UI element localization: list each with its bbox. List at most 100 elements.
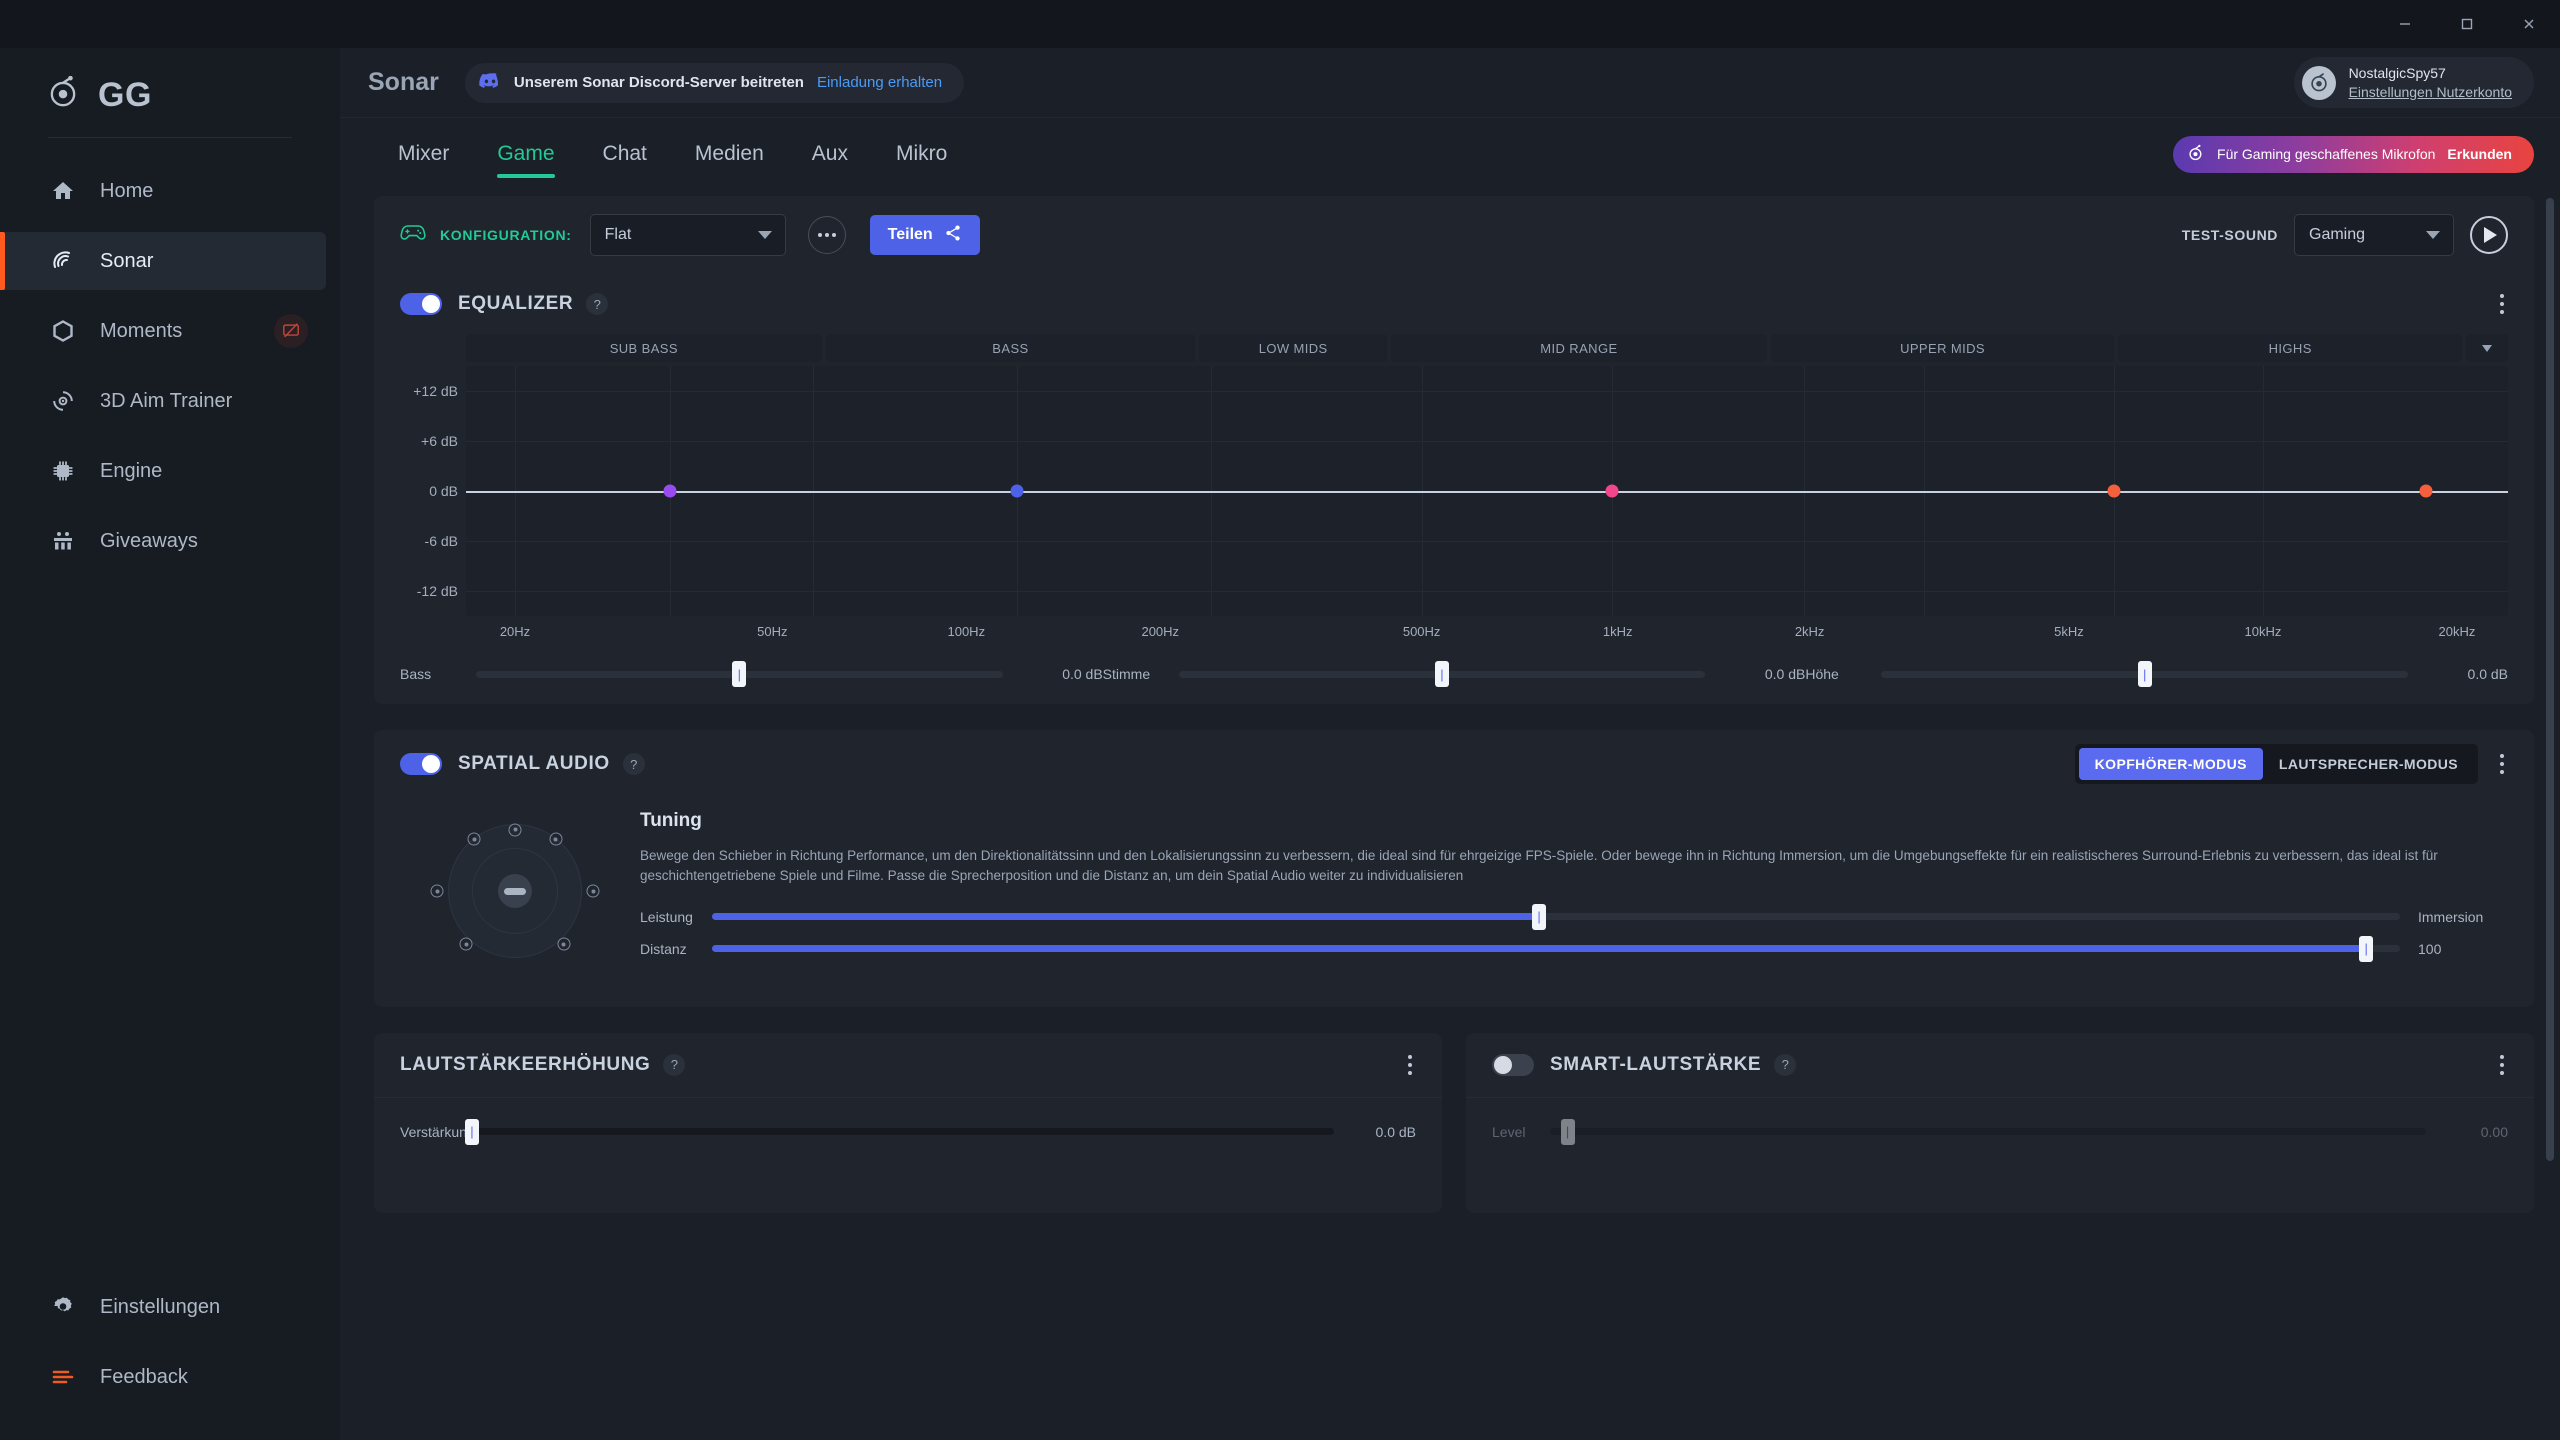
smart-volume-title: SMART-LAUTSTÄRKE xyxy=(1550,1054,1761,1076)
band-sub-bass[interactable]: SUB BASS xyxy=(466,334,822,362)
help-icon[interactable]: ? xyxy=(623,753,645,775)
sidebar-item-giveaways[interactable]: Giveaways xyxy=(0,512,326,570)
dot xyxy=(2500,1071,2504,1075)
band-upper-mids[interactable]: UPPER MIDS xyxy=(1771,334,2115,362)
dot xyxy=(1408,1063,1412,1067)
mic-promo-banner[interactable]: Für Gaming geschaffenes Mikrofon Erkunde… xyxy=(2173,136,2534,173)
band-low-mids[interactable]: LOW MIDS xyxy=(1199,334,1387,362)
speaker-rear-left[interactable] xyxy=(460,938,473,951)
vertical-scrollbar[interactable] xyxy=(2546,198,2554,1432)
more-options-button[interactable] xyxy=(808,216,846,254)
slider-knob[interactable]: | xyxy=(465,1119,479,1145)
equalizer-options-button[interactable] xyxy=(2496,288,2508,320)
help-icon[interactable]: ? xyxy=(663,1054,685,1076)
tab-mixer[interactable]: Mixer xyxy=(374,118,473,190)
band-highs[interactable]: HIGHS xyxy=(2118,334,2462,362)
tabs: Mixer Game Chat Medien Aux Mikro xyxy=(374,118,971,190)
minimize-button[interactable] xyxy=(2374,0,2436,48)
mode-speaker-button[interactable]: LAUTSPRECHER-MODUS xyxy=(2263,748,2474,780)
equalizer-toggle[interactable] xyxy=(400,293,442,315)
share-button[interactable]: Teilen xyxy=(870,215,980,255)
band-mid-range[interactable]: MID RANGE xyxy=(1391,334,1767,362)
slider-track[interactable]: | xyxy=(472,1128,1334,1135)
eq-node-100hz[interactable] xyxy=(1011,485,1024,498)
sidebar-item-label: Sonar xyxy=(100,250,153,273)
sidebar-item-einstellungen[interactable]: Einstellungen xyxy=(0,1278,326,1336)
play-button[interactable] xyxy=(2470,216,2508,254)
sidebar-item-feedback[interactable]: Feedback xyxy=(0,1348,326,1406)
volume-boost-options-button[interactable] xyxy=(1404,1049,1416,1081)
slider-track[interactable]: | xyxy=(1550,1128,2426,1135)
sidebar-item-label: Moments xyxy=(100,320,182,343)
mode-headphone-button[interactable]: KOPFHÖRER-MODUS xyxy=(2079,748,2263,780)
slider-fill xyxy=(712,913,1539,920)
equalizer-title: EQUALIZER xyxy=(458,293,573,315)
discord-banner[interactable]: Unserem Sonar Discord-Server beitreten E… xyxy=(465,63,964,103)
sidebar-item-moments[interactable]: Moments xyxy=(0,302,326,360)
slider-track[interactable]: | xyxy=(712,945,2400,952)
slider-distanz: Distanz | 100 xyxy=(640,941,2508,957)
speaker-side-right[interactable] xyxy=(587,885,600,898)
mic-promo-cta[interactable]: Erkunden xyxy=(2447,146,2512,162)
slider-knob[interactable]: | xyxy=(1532,904,1546,930)
sidebar-item-home[interactable]: Home xyxy=(0,162,326,220)
slider-knob[interactable]: | xyxy=(1435,661,1449,687)
eq-node-50hz[interactable] xyxy=(664,485,677,498)
tab-chat[interactable]: Chat xyxy=(579,118,671,190)
slider-knob[interactable]: | xyxy=(2138,661,2152,687)
equalizer-graph[interactable] xyxy=(466,366,2508,616)
gift-icon xyxy=(48,526,78,556)
slider-knob[interactable]: | xyxy=(1561,1119,1575,1145)
slider-value: 0.00 xyxy=(2426,1124,2508,1140)
speaker-side-left[interactable] xyxy=(431,885,444,898)
slider-label: Level xyxy=(1492,1124,1550,1140)
spatial-audio-toggle[interactable] xyxy=(400,753,442,775)
sidebar-item-3d-aim-trainer[interactable]: 3D Aim Trainer xyxy=(0,372,326,430)
band-expand-button[interactable] xyxy=(2466,334,2508,362)
slider-track[interactable]: | xyxy=(712,913,2400,920)
close-button[interactable] xyxy=(2498,0,2560,48)
tab-aux[interactable]: Aux xyxy=(788,118,872,190)
sidebar: GG Home Sonar xyxy=(0,48,340,1440)
speaker-front-right[interactable] xyxy=(549,833,562,846)
avatar xyxy=(2302,66,2336,100)
slider-track[interactable]: | xyxy=(1881,671,2408,678)
smart-volume-toggle[interactable] xyxy=(1492,1054,1534,1076)
eq-node-1khz[interactable] xyxy=(1605,485,1618,498)
user-account-menu[interactable]: NostalgicSpy57 Einstellungen Nutzerkonto xyxy=(2294,57,2534,109)
speaker-front-left[interactable] xyxy=(468,833,481,846)
tab-medien[interactable]: Medien xyxy=(671,118,788,190)
preset-select[interactable]: Flat xyxy=(590,214,786,256)
scrollbar-thumb[interactable] xyxy=(2546,198,2554,1161)
brand-name: GG xyxy=(98,76,152,115)
tab-game[interactable]: Game xyxy=(473,118,578,190)
slider-knob[interactable]: | xyxy=(2359,936,2373,962)
home-icon xyxy=(48,176,78,206)
spatial-audio-options-button[interactable] xyxy=(2496,748,2508,780)
tab-mikro[interactable]: Mikro xyxy=(872,118,971,190)
sidebar-item-sonar[interactable]: Sonar xyxy=(0,232,326,290)
slider-track[interactable]: | xyxy=(476,671,1003,678)
band-bass[interactable]: BASS xyxy=(826,334,1196,362)
eq-node-5khz[interactable] xyxy=(2107,485,2120,498)
speaker-front-center[interactable] xyxy=(509,823,522,836)
smart-volume-body: Level | 0.00 xyxy=(1466,1098,2534,1170)
speaker-rear-right[interactable] xyxy=(557,938,570,951)
slider-knob[interactable]: | xyxy=(732,661,746,687)
speaker-position-widget[interactable] xyxy=(400,810,630,973)
screen-off-icon[interactable] xyxy=(274,314,308,348)
sonar-icon xyxy=(48,246,78,276)
smart-volume-panel: SMART-LAUTSTÄRKE ? Level | 0.00 xyxy=(1466,1033,2534,1213)
dot xyxy=(832,233,836,237)
help-icon[interactable]: ? xyxy=(1774,1054,1796,1076)
slider-track[interactable]: | xyxy=(1179,671,1706,678)
tab-label: Mikro xyxy=(896,142,947,166)
smart-volume-options-button[interactable] xyxy=(2496,1049,2508,1081)
sidebar-item-engine[interactable]: Engine xyxy=(0,442,326,500)
test-sound-select[interactable]: Gaming xyxy=(2294,214,2454,256)
account-settings-link[interactable]: Einstellungen Nutzerkonto xyxy=(2349,83,2512,102)
maximize-button[interactable] xyxy=(2436,0,2498,48)
discord-invite-link[interactable]: Einladung erhalten xyxy=(817,74,942,91)
help-icon[interactable]: ? xyxy=(586,293,608,315)
eq-node-20khz[interactable] xyxy=(2420,485,2433,498)
